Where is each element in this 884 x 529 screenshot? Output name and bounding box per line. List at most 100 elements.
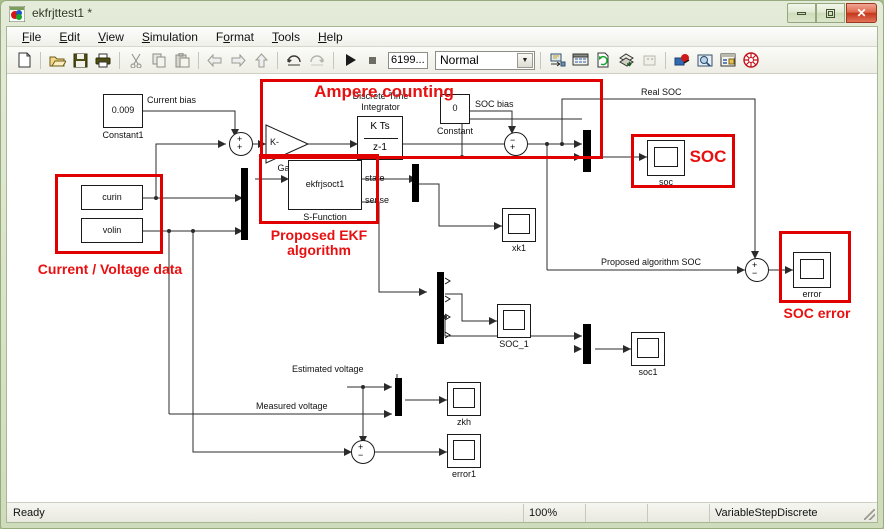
annotation-text-proposed-ekf: Proposed EKF algorithm bbox=[270, 227, 368, 258]
scope-screen bbox=[508, 214, 530, 234]
menu-help[interactable]: Help bbox=[309, 29, 352, 45]
menu-tools[interactable]: Tools bbox=[263, 29, 309, 45]
menu-file[interactable]: FFileile bbox=[13, 29, 50, 45]
model-info-icon[interactable] bbox=[717, 50, 739, 71]
model-canvas[interactable]: 0.009 Constant1 Current bias 0 Constant … bbox=[7, 74, 877, 502]
demux-port-marks bbox=[444, 277, 451, 339]
new-model-icon[interactable] bbox=[13, 50, 35, 71]
print-icon[interactable] bbox=[92, 50, 114, 71]
back-arrow-icon[interactable] bbox=[204, 50, 226, 71]
annotation-box-current-voltage-data bbox=[55, 174, 163, 254]
refresh-icon[interactable] bbox=[592, 50, 614, 71]
mux-block-soc1[interactable] bbox=[583, 324, 591, 364]
toolbar-separator bbox=[665, 51, 666, 69]
debug-icon[interactable] bbox=[671, 50, 693, 71]
annotation-box-proposed-ekf bbox=[259, 154, 379, 224]
scope-zkh-name: zkh bbox=[456, 417, 471, 427]
help-model-icon[interactable] bbox=[740, 50, 762, 71]
annotation-text-ampere-counting: Ampere counting bbox=[314, 82, 454, 101]
maximize-icon bbox=[817, 4, 844, 22]
sum-sign-minus: − bbox=[358, 450, 364, 460]
toolbar-separator bbox=[40, 51, 41, 69]
toolbar: 6199... Normal ▼ bbox=[7, 47, 877, 74]
model-explorer-icon[interactable] bbox=[694, 50, 716, 71]
mux-block-state[interactable] bbox=[412, 164, 419, 202]
copy-icon[interactable] bbox=[148, 50, 170, 71]
status-field-x bbox=[585, 503, 647, 522]
toolbar-separator bbox=[277, 51, 278, 69]
cut-icon[interactable] bbox=[125, 50, 147, 71]
title-bar: ekfrjttest1 * ✕ bbox=[1, 1, 884, 27]
update-diagram-icon[interactable] bbox=[546, 50, 568, 71]
menu-bar: FFileile Edit View Simulation Format Too… bbox=[7, 27, 877, 47]
window-title: ekfrjttest1 * bbox=[32, 6, 93, 20]
signal-label-measured-voltage: Measured voltage bbox=[256, 401, 328, 411]
client-area: FFileile Edit View Simulation Format Too… bbox=[6, 26, 878, 523]
signal-label-estimated-voltage: Estimated voltage bbox=[292, 364, 364, 374]
menu-format[interactable]: Format bbox=[207, 29, 263, 45]
open-model-icon[interactable] bbox=[46, 50, 68, 71]
simulink-model-icon bbox=[8, 5, 26, 23]
mux-block-zkh[interactable] bbox=[395, 378, 402, 416]
annotation-box-soc-error bbox=[779, 231, 851, 303]
new-block-icon[interactable] bbox=[638, 50, 660, 71]
close-icon: ✕ bbox=[856, 6, 867, 20]
maximize-button[interactable] bbox=[816, 3, 845, 23]
paste-icon[interactable] bbox=[171, 50, 193, 71]
toolbar-separator bbox=[119, 51, 120, 69]
sum-block-current[interactable]: + + bbox=[229, 132, 253, 156]
forward-arrow-icon[interactable] bbox=[227, 50, 249, 71]
up-arrow-icon[interactable] bbox=[250, 50, 272, 71]
block-constant1-name: Constant1 bbox=[102, 130, 144, 140]
build-model-icon[interactable] bbox=[615, 50, 637, 71]
sum-sign-minus: − bbox=[752, 268, 758, 278]
scope-screen bbox=[453, 440, 475, 460]
scope-error1[interactable] bbox=[447, 434, 481, 468]
annotation-text-soc: SOC bbox=[689, 147, 727, 166]
scope-zkh[interactable] bbox=[447, 382, 481, 416]
scope-xk1[interactable] bbox=[502, 208, 536, 242]
start-simulation-icon[interactable] bbox=[339, 50, 361, 71]
close-button[interactable]: ✕ bbox=[846, 3, 877, 23]
save-icon[interactable] bbox=[69, 50, 91, 71]
minimize-icon bbox=[788, 4, 815, 22]
status-text: Ready bbox=[13, 506, 45, 519]
menu-view[interactable]: View bbox=[89, 29, 133, 45]
scope-screen bbox=[637, 338, 659, 358]
zoom-level: 100% bbox=[523, 503, 585, 522]
signal-label-current-bias: Current bias bbox=[147, 95, 197, 105]
block-constant1[interactable]: 0.009 bbox=[103, 94, 143, 128]
simulation-mode-select[interactable]: Normal ▼ bbox=[435, 50, 535, 70]
block-constant1-value: 0.009 bbox=[111, 105, 135, 116]
menu-edit[interactable]: Edit bbox=[50, 29, 89, 45]
scope-soc-1-name: SOC_1 bbox=[499, 339, 529, 349]
scope-error1-name: error1 bbox=[451, 469, 476, 479]
status-bar: Ready 100% VariableStepDiscrete bbox=[7, 502, 877, 522]
menu-simulation[interactable]: Simulation bbox=[133, 29, 207, 45]
scope-xk1-name: xk1 bbox=[511, 243, 526, 253]
scope-soc1[interactable] bbox=[631, 332, 665, 366]
simulation-mode-value: Normal bbox=[440, 53, 479, 67]
signal-label-proposed-algorithm-soc: Proposed algorithm SOC bbox=[601, 257, 702, 267]
scope-screen bbox=[503, 310, 525, 330]
chevron-down-icon[interactable]: ▼ bbox=[517, 52, 533, 68]
sum-sign-plus2: + bbox=[237, 142, 243, 152]
scope-soc-1[interactable] bbox=[497, 304, 531, 338]
redo-icon[interactable] bbox=[306, 50, 328, 71]
status-field-y bbox=[647, 503, 709, 522]
library-browser-icon[interactable] bbox=[569, 50, 591, 71]
toolbar-separator bbox=[333, 51, 334, 69]
toolbar-separator bbox=[198, 51, 199, 69]
resize-grip[interactable] bbox=[859, 504, 877, 522]
scope-soc1-name: soc1 bbox=[638, 367, 658, 377]
undo-icon[interactable] bbox=[283, 50, 305, 71]
toolbar-separator bbox=[540, 51, 541, 69]
sum-block-soc-error[interactable]: + − bbox=[745, 258, 769, 282]
stop-simulation-icon[interactable] bbox=[362, 50, 384, 71]
sum-block-voltage-error[interactable]: + − bbox=[351, 440, 375, 464]
simulation-time-input[interactable]: 6199... bbox=[388, 51, 428, 69]
simulink-window: ekfrjttest1 * ✕ FFileile Edit View Simul… bbox=[0, 0, 884, 529]
solver-name: VariableStepDiscrete bbox=[709, 503, 859, 522]
annotation-text-current-voltage-data: Current / Voltage data bbox=[37, 261, 183, 277]
minimize-button[interactable] bbox=[787, 3, 816, 23]
